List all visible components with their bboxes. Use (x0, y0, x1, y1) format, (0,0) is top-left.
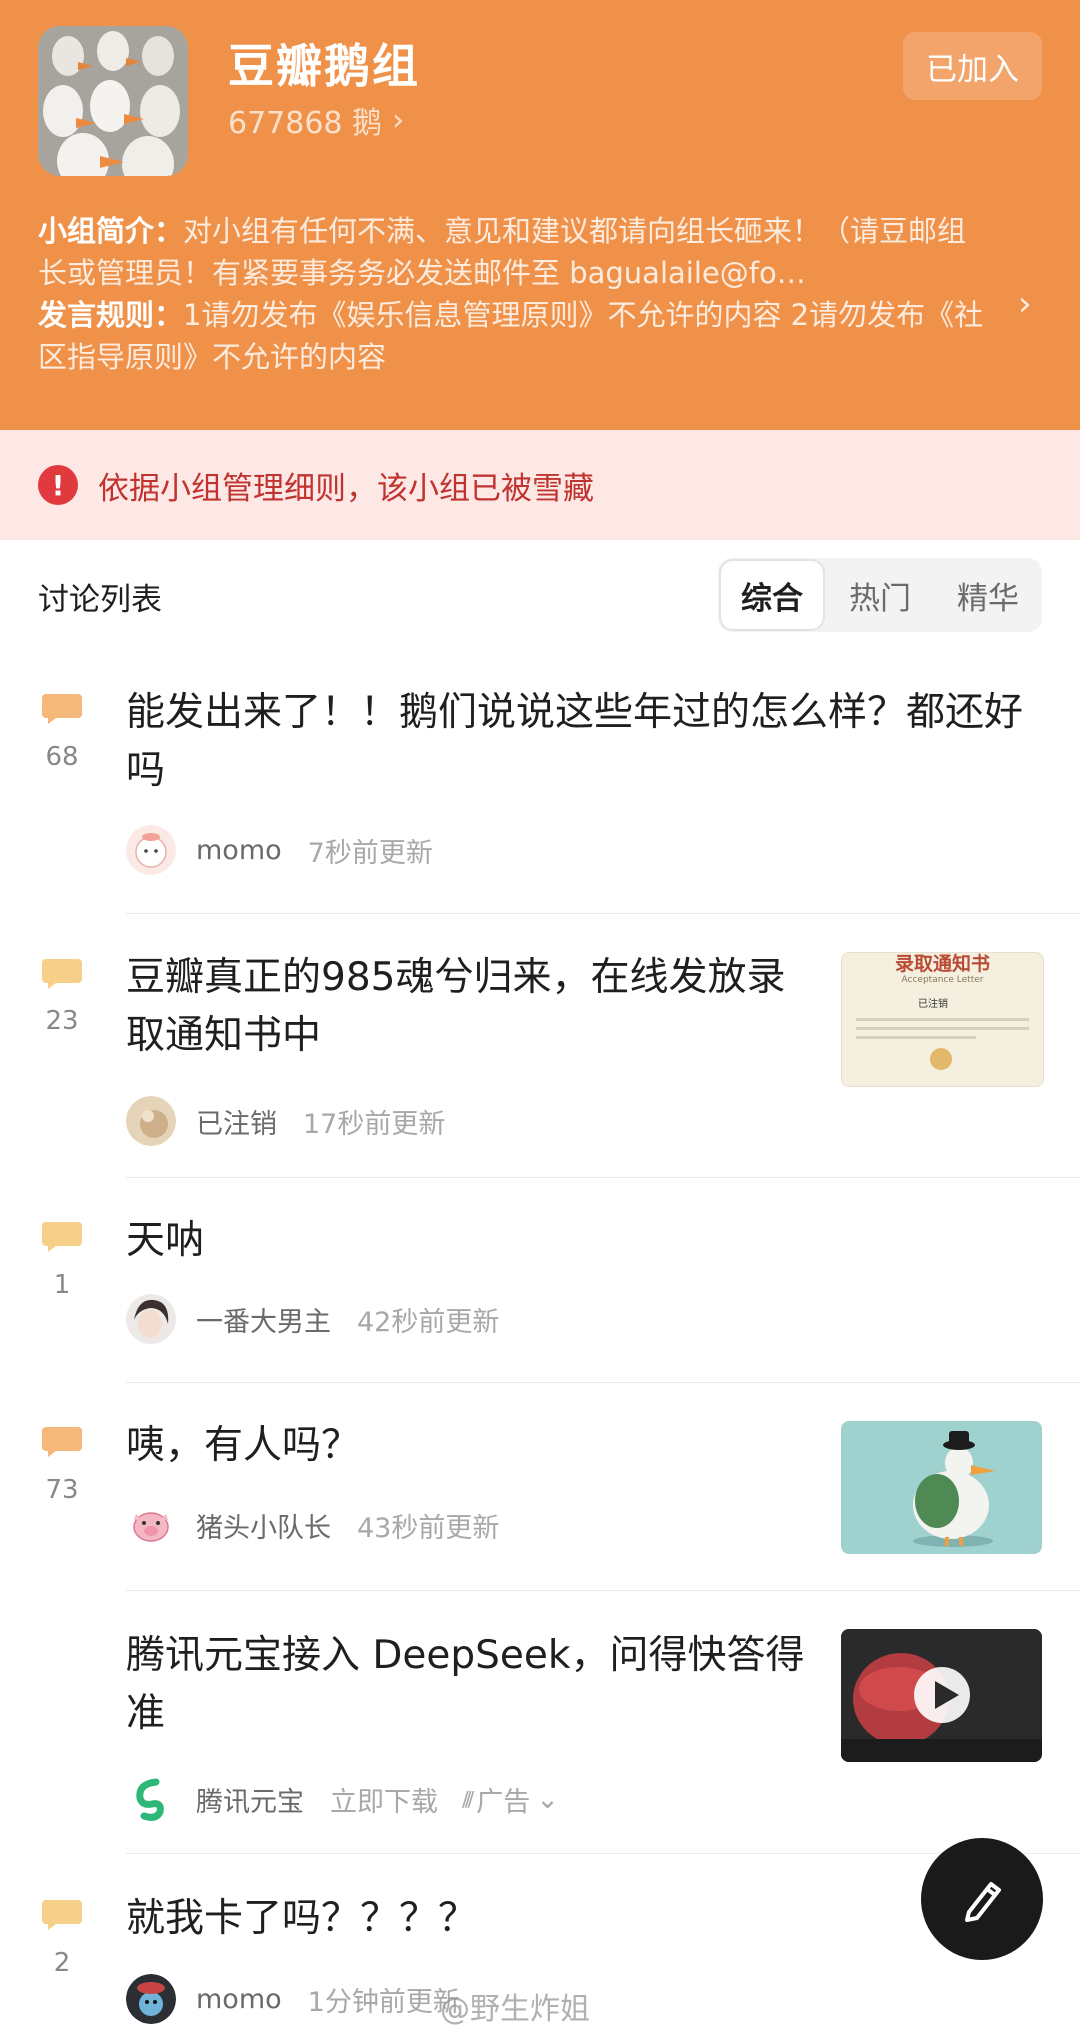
post-title[interactable]: 豆瓣真正的985魂兮归来，在线发放录取通知书中 (126, 949, 806, 1065)
comment-count: 73 (45, 1475, 79, 1505)
group-avatar[interactable] (38, 26, 188, 176)
chevron-down-icon: ⌄ (536, 1783, 559, 1815)
thumbnail-subheading: Acceptance Letter (901, 975, 984, 985)
comment-bubble-icon (42, 1900, 82, 1930)
tab-comprehensive[interactable]: 综合 (721, 561, 823, 629)
post-title[interactable]: 就我卡了吗？？？？ (126, 1890, 826, 1948)
avatar[interactable] (126, 1096, 176, 1146)
post-author[interactable]: 猪头小队长 (196, 1506, 331, 1545)
chevron-right-icon: › (392, 102, 405, 138)
post-title[interactable]: 能发出来了！！鹅们说说这些年过的怎么样？都还好吗 (126, 684, 1026, 800)
alert-circle-icon: ! (38, 465, 78, 505)
group-name: 豆瓣鹅组 (228, 39, 420, 93)
discussion-list-title: 讨论列表 (38, 582, 162, 618)
comment-bubble-icon (42, 1222, 82, 1252)
post-meta: momo 7秒前更新 (126, 825, 433, 875)
avatar[interactable] (126, 1294, 176, 1344)
comment-count: 2 (53, 1948, 71, 1978)
ad-advertiser[interactable]: 腾讯元宝 (196, 1780, 304, 1819)
post-meta: 已注销 17秒前更新 (126, 1096, 445, 1146)
post-time: 17秒前更新 (303, 1108, 446, 1140)
ad-meta: 腾讯元宝 立即下载 /// 广告 ⌄ (126, 1774, 559, 1824)
post-meta: 一番大男主 42秒前更新 (126, 1294, 499, 1344)
ad-tag-label: 广告 (476, 1786, 531, 1818)
post-time: 7秒前更新 (307, 837, 433, 869)
post-author[interactable]: momo (196, 1984, 282, 2015)
post-author[interactable]: 一番大男主 (196, 1300, 331, 1339)
post-title[interactable]: 天呐 (126, 1212, 1026, 1270)
avatar[interactable] (126, 1500, 176, 1550)
avatar[interactable] (126, 1974, 176, 2024)
ad-tag[interactable]: /// 广告 ⌄ (462, 1780, 559, 1819)
comment-count: 23 (45, 1006, 79, 1036)
intro-label: 小组简介： (38, 214, 184, 248)
post-meta: momo 1分钟前更新 (126, 1974, 460, 2024)
comment-bubble-icon (42, 959, 82, 989)
member-count-text: 677868 鹅 (228, 106, 383, 141)
list-item[interactable]: 23 豆瓣真正的985魂兮归来，在线发放录取通知书中 录取通知书 Accepta… (0, 914, 1080, 1177)
joined-button[interactable]: 已加入 (903, 32, 1042, 100)
thumbnail-text-line (856, 1036, 976, 1039)
comment-bubble-icon (42, 1427, 82, 1457)
tab-hot[interactable]: 热门 (829, 561, 931, 629)
group-intro[interactable]: 小组简介：对小组有任何不满、意见和建议都请向组长砸来！（请豆邮组长或管理员！有紧… (38, 210, 988, 378)
post-time: 42秒前更新 (357, 1306, 500, 1338)
comment-count: 1 (53, 1270, 71, 1300)
notice-text: 依据小组管理细则，该小组已被雪藏 (98, 470, 594, 507)
post-time: 1分钟前更新 (307, 1986, 460, 2018)
post-author[interactable]: 已注销 (196, 1102, 277, 1141)
tab-featured[interactable]: 精华 (937, 561, 1039, 629)
post-time: 43秒前更新 (357, 1512, 500, 1544)
post-meta: 猪头小队长 43秒前更新 (126, 1500, 499, 1550)
compose-button[interactable] (921, 1838, 1043, 1960)
post-title[interactable]: 咦，有人吗？ (126, 1417, 806, 1475)
post-thumbnail[interactable]: 录取通知书 Acceptance Letter 已注销 (841, 952, 1044, 1087)
list-item[interactable]: 1 天呐 一番大男主 42秒前更新 (0, 1178, 1080, 1382)
post-author[interactable]: momo (196, 835, 282, 866)
rules-label: 发言规则： (38, 298, 184, 332)
thumbnail-text-line (856, 1027, 1029, 1030)
comment-count: 68 (45, 742, 79, 772)
avatar[interactable] (126, 825, 176, 875)
tencent-yuanbao-logo-icon[interactable] (126, 1774, 176, 1824)
seal-icon (930, 1048, 952, 1070)
member-count[interactable]: 677868 鹅 › (228, 98, 404, 142)
ad-title[interactable]: 腾讯元宝接入 DeepSeek，问得快答得准 (126, 1627, 806, 1743)
ad-item[interactable]: 腾讯元宝接入 DeepSeek，问得快答得准 腾讯元宝 立即下载 /// 广告 … (0, 1591, 1080, 1853)
ad-video-thumbnail[interactable] (841, 1629, 1042, 1762)
watermark: @野生炸姐 (440, 1992, 590, 2027)
sort-tabs: 综合 热门 精华 (718, 558, 1042, 632)
hidden-notice-banner: ! 依据小组管理细则，该小组已被雪藏 (0, 430, 1080, 540)
comment-bubble-icon (42, 694, 82, 724)
thumbnail-recipient: 已注销 (918, 999, 948, 1010)
post-thumbnail[interactable] (841, 1421, 1042, 1554)
ad-mark-icon: /// (462, 1787, 474, 1811)
chevron-right-icon[interactable]: › (1018, 284, 1032, 324)
thumbnail-text-line (856, 1018, 1029, 1021)
group-header: 豆瓣鹅组 677868 鹅 › 已加入 小组简介：对小组有任何不满、意见和建议都… (0, 0, 1080, 430)
list-item[interactable]: 68 能发出来了！！鹅们说说这些年过的怎么样？都还好吗 momo 7秒前更新 (0, 660, 1080, 913)
thumbnail-heading: 录取通知书 (894, 953, 990, 975)
ad-download-link[interactable]: 立即下载 (330, 1780, 438, 1819)
list-item[interactable]: 73 咦，有人吗？ 猪头小队长 43秒前更新 (0, 1383, 1080, 1590)
pencil-icon (965, 1882, 1001, 1922)
